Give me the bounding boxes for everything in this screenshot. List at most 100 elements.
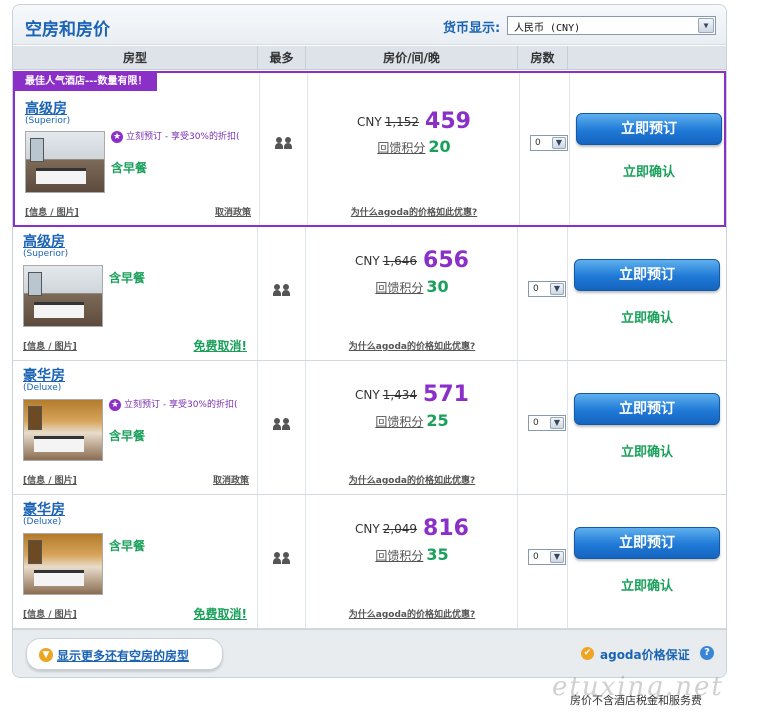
price-line: CNY 1,434 571 [306, 382, 518, 407]
breakfast-label: 含早餐 [109, 539, 146, 553]
chevron-down-icon[interactable]: ▼ [552, 137, 566, 149]
instant-confirm-label: 立即确认 [620, 445, 673, 460]
room-subtitle: (Superior) [23, 249, 69, 259]
col-room-type: 房型 [13, 46, 258, 70]
room-type-cell: 最佳人气酒店---数量有限！ 高级房 (Superior) ★ 立刻预订 - 享受… [15, 73, 260, 225]
original-price: 1,152 [384, 115, 420, 129]
currency-code: CNY [355, 522, 380, 536]
currency-code: CNY [357, 115, 382, 129]
room-name-link[interactable]: 高级房 [25, 98, 67, 118]
room-quantity-select[interactable]: 0 ▼ [528, 549, 566, 565]
info-photos-link[interactable]: [信息 / 图片] [23, 339, 77, 352]
star-icon: ★ [109, 399, 121, 411]
breakfast-label: 含早餐 [109, 271, 146, 285]
book-now-button[interactable]: 立即预订 [574, 527, 720, 559]
chevron-down-icon[interactable]: ▼ [550, 551, 564, 563]
rooms-panel: 空房和房价 货币显示: 人民币 (CNY) ▼ 房型 最多 房价/间/晚 房数 … [12, 4, 727, 678]
instant-confirm-label: 立即确认 [620, 579, 673, 594]
points-line: 回馈积分 35 [306, 545, 518, 564]
reward-points-link[interactable]: 回馈积分 [375, 415, 423, 429]
reward-points-value: 25 [426, 411, 449, 430]
breakfast-label: 含早餐 [109, 429, 146, 443]
room-subtitle: (Deluxe) [23, 517, 62, 527]
reward-points-value: 20 [428, 137, 451, 156]
info-photos-link[interactable]: [信息 / 图片] [25, 205, 79, 218]
room-row: 高级房 (Superior) 含早餐 免费取消! [信息 / 图片] CNY 1,… [13, 227, 726, 361]
free-cancel-link[interactable]: 免费取消! [194, 605, 247, 622]
discount-price: 816 [423, 516, 469, 541]
quantity-cell: 0 ▼ [520, 73, 570, 225]
instant-confirm-label: 立即确认 [620, 311, 673, 326]
help-icon[interactable]: ? [700, 646, 714, 660]
col-max: 最多 [258, 46, 306, 70]
reward-points-link[interactable]: 回馈积分 [375, 281, 423, 295]
why-cheap-link[interactable]: 为什么agoda的价格如此优惠? [308, 205, 520, 218]
room-thumbnail[interactable] [23, 399, 103, 461]
room-quantity-select[interactable]: 0 ▼ [528, 281, 566, 297]
cancel-policy-link[interactable]: 取消政策 [215, 205, 251, 218]
price-guarantee-label: agoda价格保证 [600, 648, 690, 662]
chevron-down-icon[interactable]: ▼ [698, 18, 714, 33]
reward-points-link[interactable]: 回馈积分 [377, 141, 425, 155]
tax-footnote: 房价不含酒店税金和服务费 [570, 694, 702, 707]
room-thumbnail[interactable] [23, 533, 103, 595]
room-name-link[interactable]: 高级房 [23, 231, 65, 251]
discount-price: 571 [423, 382, 469, 407]
room-type-cell: 豪华房 (Deluxe) 含早餐 免费取消! [信息 / 图片] [13, 495, 258, 628]
promo-note: ★ 立刻预订 - 享受30%的折扣( [109, 399, 249, 412]
why-cheap-link[interactable]: 为什么agoda的价格如此优惠? [306, 339, 518, 352]
why-cheap-link[interactable]: 为什么agoda的价格如此优惠? [306, 607, 518, 620]
star-icon: ★ [111, 131, 123, 143]
room-type-cell: 高级房 (Superior) 含早餐 免费取消! [信息 / 图片] [13, 227, 258, 360]
room-name-link[interactable]: 豪华房 [23, 365, 65, 385]
price-cell: CNY 1,152 459 回馈积分 20 为什么agoda的价格如此优惠? [308, 73, 520, 225]
cancel-policy-link[interactable]: 取消政策 [213, 473, 249, 486]
price-line: CNY 2,049 816 [306, 516, 518, 541]
price-line: CNY 1,646 656 [306, 248, 518, 273]
max-occupancy-cell [258, 361, 306, 494]
currency-select[interactable]: 人民币 (CNY) ▼ [507, 16, 716, 35]
col-rooms: 房数 [518, 46, 568, 70]
room-name-link[interactable]: 豪华房 [23, 499, 65, 519]
quantity-value: 0 [533, 284, 539, 294]
currency-code: CNY [355, 254, 380, 268]
reward-points-link[interactable]: 回馈积分 [375, 549, 423, 563]
action-cell: 立即预订 立即确认 [568, 361, 726, 494]
info-photos-link[interactable]: [信息 / 图片] [23, 473, 77, 486]
quantity-cell: 0 ▼ [518, 227, 568, 360]
col-action [568, 46, 726, 70]
room-subtitle: (Superior) [25, 116, 71, 126]
original-price: 2,049 [382, 522, 418, 536]
room-thumbnail[interactable] [23, 265, 103, 327]
room-quantity-select[interactable]: 0 ▼ [528, 415, 566, 431]
book-now-button[interactable]: 立即预订 [576, 113, 722, 145]
panel-title: 空房和房价 [25, 20, 110, 40]
action-cell: 立即预订 立即确认 [570, 73, 726, 225]
room-row: 豪华房 (Deluxe) ★ 立刻预订 - 享受30%的折扣( 含早餐 [信息 /… [13, 361, 726, 495]
book-now-button[interactable]: 立即预订 [574, 259, 720, 291]
action-cell: 立即预订 立即确认 [568, 495, 726, 628]
action-cell: 立即预订 立即确认 [568, 227, 726, 360]
free-cancel-link[interactable]: 免费取消! [194, 337, 247, 354]
price-cell: CNY 2,049 816 回馈积分 35 为什么agoda的价格如此优惠? [306, 495, 518, 628]
price-line: CNY 1,152 459 [308, 109, 520, 134]
room-quantity-select[interactable]: 0 ▼ [530, 135, 568, 151]
panel-header: 空房和房价 货币显示: 人民币 (CNY) ▼ [13, 5, 726, 45]
reward-points-value: 30 [426, 277, 449, 296]
room-row: 豪华房 (Deluxe) 含早餐 免费取消! [信息 / 图片] CNY 2,04… [13, 495, 726, 629]
show-more-rooms-label: 显示更多还有空房的房型 [57, 649, 190, 663]
max-occupancy-cell [260, 73, 308, 225]
why-cheap-link[interactable]: 为什么agoda的价格如此优惠? [306, 473, 518, 486]
book-now-button[interactable]: 立即预订 [574, 393, 720, 425]
show-more-rooms-button[interactable]: ▼ 显示更多还有空房的房型 [26, 638, 223, 670]
chevron-down-icon[interactable]: ▼ [550, 417, 564, 429]
chevron-down-icon[interactable]: ▼ [550, 283, 564, 295]
original-price: 1,434 [382, 388, 418, 402]
info-photos-link[interactable]: [信息 / 图片] [23, 607, 77, 620]
room-thumbnail[interactable] [25, 131, 105, 193]
two-people-icon [272, 282, 292, 296]
points-line: 回馈积分 20 [308, 137, 520, 156]
quantity-value: 0 [533, 552, 539, 562]
price-cell: CNY 1,646 656 回馈积分 30 为什么agoda的价格如此优惠? [306, 227, 518, 360]
points-line: 回馈积分 25 [306, 411, 518, 430]
